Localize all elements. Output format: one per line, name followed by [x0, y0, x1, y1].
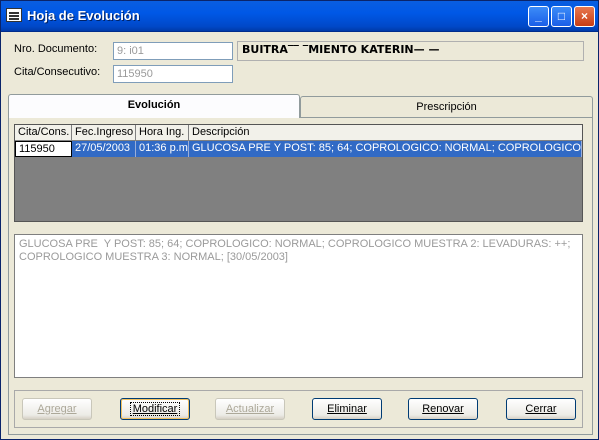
- grid-cell[interactable]: 27/05/2003: [72, 141, 136, 157]
- patient-name-field: BUITRA‾‾ ‾MIENTO KATERIN— —: [237, 41, 584, 61]
- agregar-button[interactable]: Agregar: [22, 398, 92, 420]
- column-header[interactable]: Descripción: [189, 125, 582, 141]
- column-header[interactable]: Hora Ing.: [136, 125, 189, 141]
- button-bar: [14, 390, 583, 428]
- eliminar-button[interactable]: Eliminar: [312, 398, 382, 420]
- grid-cell[interactable]: 115950: [15, 141, 72, 157]
- title-bar[interactable]: Hoja de Evolución _ □ ×: [1, 1, 598, 32]
- memo-text: GLUCOSA PRE Y POST: 85; 64; COPROLOGICO:…: [19, 238, 571, 263]
- renovar-button[interactable]: Renovar: [408, 398, 478, 420]
- evolution-grid[interactable]: Cita/Cons. Fec.Ingreso Hora Ing. Descrip…: [14, 124, 583, 222]
- cerrar-button[interactable]: Cerrar: [506, 398, 576, 420]
- cita-label: Cita/Consecutivo:: [14, 66, 101, 78]
- column-header[interactable]: Fec.Ingreso: [72, 125, 136, 141]
- form-icon: [6, 8, 22, 22]
- actualizar-button[interactable]: Actualizar: [215, 398, 285, 420]
- cita-field[interactable]: 115950: [113, 65, 233, 83]
- grid-cell[interactable]: GLUCOSA PRE Y POST: 85; 64; COPROLOGICO:…: [189, 141, 582, 157]
- modificar-button[interactable]: Modificar: [120, 398, 190, 420]
- grid-header: Cita/Cons. Fec.Ingreso Hora Ing. Descrip…: [15, 125, 582, 141]
- minimize-button[interactable]: _: [528, 6, 549, 27]
- tab-strip: Evolución Prescripción: [8, 94, 593, 118]
- close-button[interactable]: ×: [574, 6, 595, 27]
- maximize-button[interactable]: □: [551, 6, 572, 27]
- window-title: Hoja de Evolución: [27, 8, 140, 23]
- modificar-label: Modificar: [129, 402, 181, 416]
- grid-cell[interactable]: 01:36 p.m: [136, 141, 189, 157]
- document-field[interactable]: 9: i01: [113, 42, 233, 60]
- document-label: Nro. Documento:: [14, 43, 98, 55]
- main-window: Hoja de Evolución _ □ × Nro. Documento: …: [0, 0, 599, 440]
- tab-evolucion[interactable]: Evolución: [8, 94, 300, 118]
- tab-prescripcion[interactable]: Prescripción: [300, 96, 593, 117]
- column-header[interactable]: Cita/Cons.: [15, 125, 72, 141]
- description-memo[interactable]: GLUCOSA PRE Y POST: 85; 64; COPROLOGICO:…: [14, 234, 583, 378]
